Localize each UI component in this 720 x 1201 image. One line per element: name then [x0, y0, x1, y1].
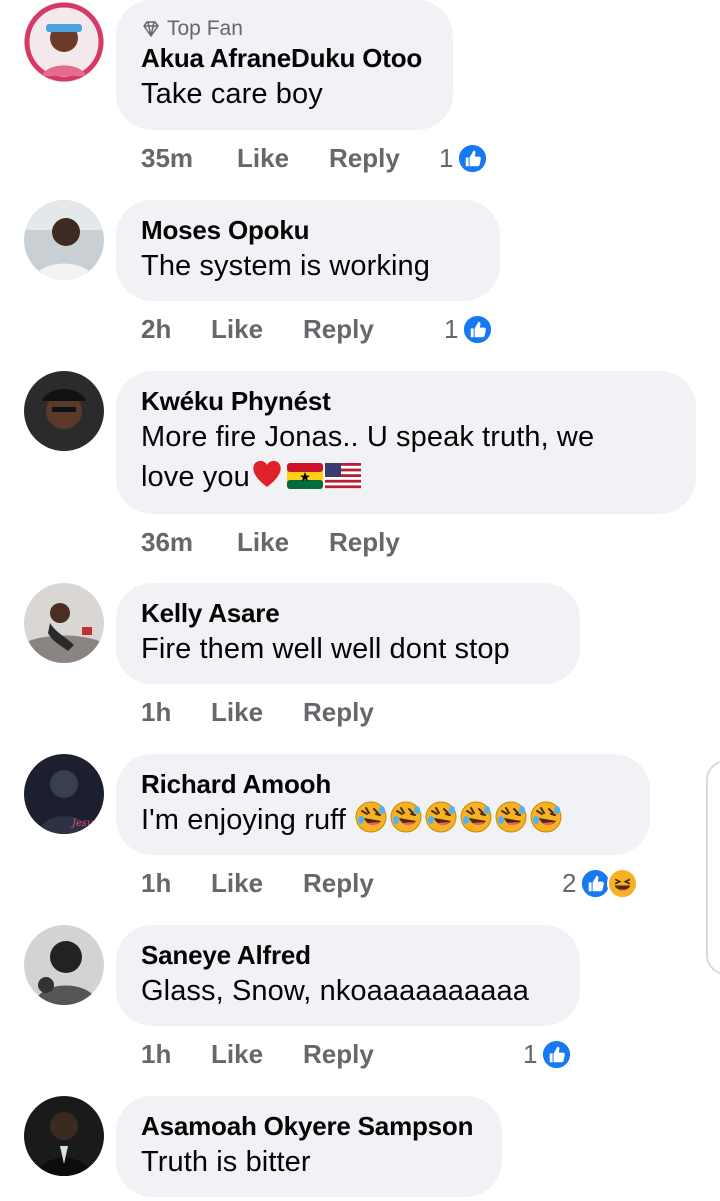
reply-button[interactable]: Reply: [303, 868, 374, 899]
like-button[interactable]: Like: [211, 868, 303, 899]
comment-text: The system is working: [141, 250, 430, 282]
commenter-name[interactable]: Saneye Alfred: [141, 939, 554, 971]
comment-actions: 2h Like Reply: [141, 309, 374, 349]
comment-bubble: Kwéku Phynést More fire Jonas.. U speak …: [116, 371, 696, 514]
avatar[interactable]: Jesus!: [24, 754, 104, 834]
comment-text: Take care boy: [141, 78, 323, 110]
comment-bubble: Top Fan Akua AfraneDuku Otoo Take care b…: [116, 0, 453, 130]
reply-button[interactable]: Reply: [303, 314, 374, 345]
commenter-name[interactable]: Asamoah Okyere Sampson: [141, 1110, 476, 1142]
commenter-name[interactable]: Kwéku Phynést: [141, 385, 670, 417]
comment-text-line: I'm enjoying ruff: [141, 800, 624, 840]
like-icon: [457, 143, 488, 174]
badge-label: Top Fan: [167, 17, 243, 40]
comment-bubble: Saneye Alfred Glass, Snow, nkoaaaaaaaaaa: [116, 925, 580, 1026]
like-button[interactable]: Like: [237, 527, 329, 558]
rolling-laughing-emoji: [529, 800, 563, 834]
comment-bubble: Kelly Asare Fire them well well dont sto…: [116, 583, 580, 684]
avatar[interactable]: [24, 2, 104, 82]
haha-icon: [607, 868, 638, 899]
reply-button[interactable]: Reply: [303, 1039, 374, 1070]
red-heart-emoji: [253, 460, 281, 487]
comment-bubble: Richard Amooh I'm enjoying ruff: [116, 754, 650, 855]
like-icon: [462, 314, 493, 345]
diamond-icon: [141, 19, 161, 39]
rolling-laughing-emoji: [424, 800, 458, 834]
like-button[interactable]: Like: [237, 143, 329, 174]
reaction-summary[interactable]: 2: [562, 863, 638, 903]
timestamp[interactable]: 36m: [141, 527, 237, 558]
timestamp[interactable]: 1h: [141, 868, 211, 899]
like-icon: [541, 1039, 572, 1070]
us-flag-emoji: [324, 463, 361, 489]
reaction-count: 1: [439, 142, 454, 173]
comment-actions: 1h Like Reply: [141, 1034, 374, 1074]
reaction-count: 1: [444, 313, 459, 344]
comment-text: Fire them well well dont stop: [141, 633, 510, 665]
top-fan-badge: Top Fan: [141, 16, 427, 42]
commenter-name[interactable]: Kelly Asare: [141, 597, 554, 629]
reply-button[interactable]: Reply: [329, 143, 400, 174]
comment-text-line: love you: [141, 457, 670, 497]
comment-text: Truth is bitter: [141, 1146, 311, 1178]
timestamp[interactable]: 1h: [141, 1039, 211, 1070]
commenter-name[interactable]: Akua AfraneDuku Otoo: [141, 42, 427, 74]
timestamp[interactable]: 2h: [141, 314, 211, 345]
commenter-name[interactable]: Moses Opoku: [141, 214, 474, 246]
comment-actions: 1h Like Reply: [141, 692, 374, 732]
reaction-summary[interactable]: 1: [523, 1034, 572, 1074]
comment-bubble: Moses Opoku The system is working: [116, 200, 500, 301]
ghana-flag-emoji: [286, 463, 323, 489]
rolling-laughing-emoji: [354, 800, 388, 834]
avatar[interactable]: [24, 1096, 104, 1176]
timestamp[interactable]: 35m: [141, 143, 237, 174]
avatar[interactable]: [24, 371, 104, 451]
like-button[interactable]: Like: [211, 314, 303, 345]
reaction-summary[interactable]: 1: [444, 309, 493, 349]
reaction-summary[interactable]: 1: [439, 138, 488, 178]
rolling-laughing-emoji: [389, 800, 423, 834]
like-button[interactable]: Like: [211, 1039, 303, 1070]
avatar[interactable]: [24, 200, 104, 280]
comment-text: Glass, Snow, nkoaaaaaaaaaa: [141, 975, 529, 1007]
reaction-count: 1: [523, 1038, 538, 1069]
reaction-count: 2: [562, 867, 577, 898]
timestamp[interactable]: 1h: [141, 697, 211, 728]
reply-button[interactable]: Reply: [329, 527, 400, 558]
comment-actions: 35m Like Reply: [141, 138, 400, 178]
rolling-laughing-emoji: [459, 800, 493, 834]
like-button[interactable]: Like: [211, 697, 303, 728]
comment-bubble: Asamoah Okyere Sampson Truth is bitter: [116, 1096, 502, 1197]
svg-text:Jesus!: Jesus!: [70, 818, 103, 829]
comment-actions: 1h Like Reply: [141, 863, 374, 903]
commenter-name[interactable]: Richard Amooh: [141, 768, 624, 800]
rolling-laughing-emoji: [494, 800, 528, 834]
comment-text: I'm enjoying ruff: [141, 804, 346, 836]
reply-button[interactable]: Reply: [303, 697, 374, 728]
comment-actions: 36m Like Reply: [141, 522, 400, 562]
comment-text: love you: [141, 461, 250, 493]
avatar[interactable]: [24, 583, 104, 663]
comment-text-line: More fire Jonas.. U speak truth, we: [141, 421, 595, 453]
scroll-edge-decoration: [706, 760, 720, 975]
avatar[interactable]: [24, 925, 104, 1005]
